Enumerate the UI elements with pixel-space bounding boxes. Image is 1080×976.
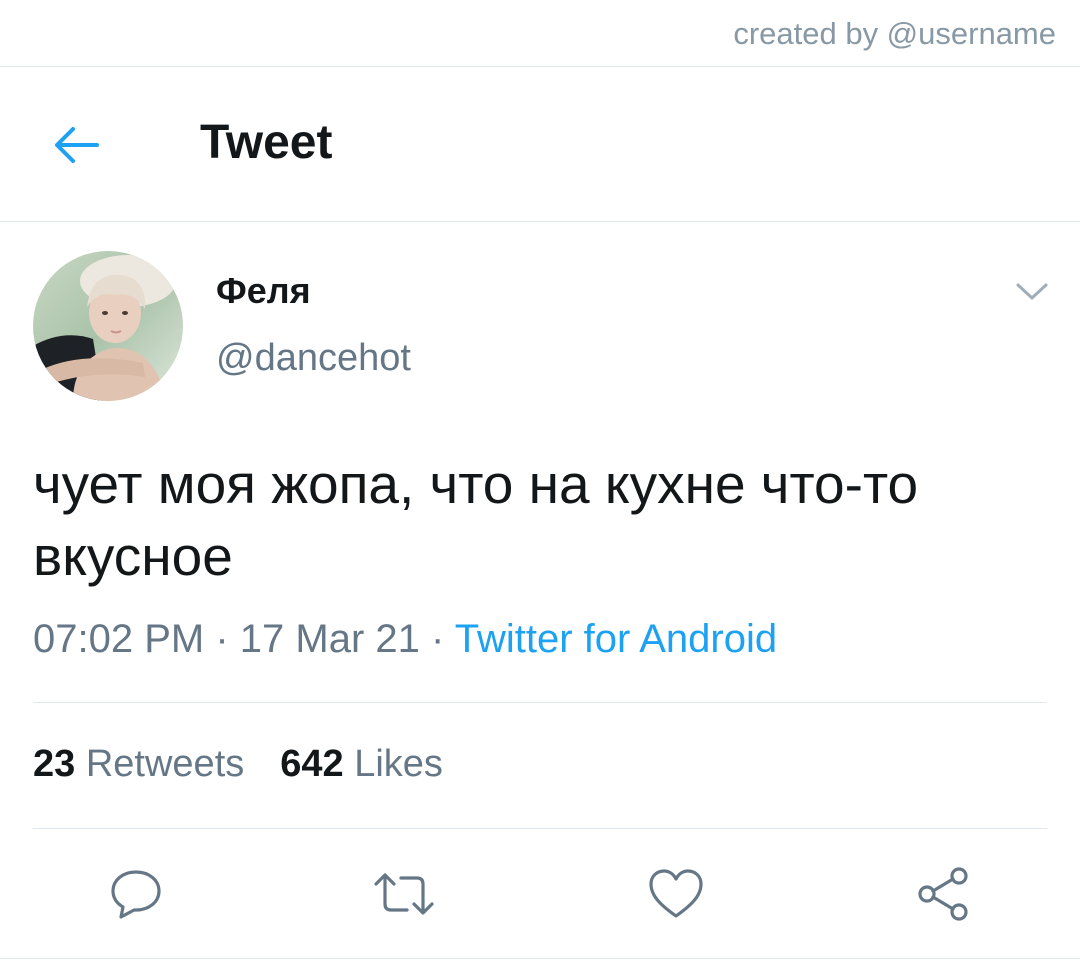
heart-icon <box>649 869 703 918</box>
share-button[interactable] <box>912 862 976 926</box>
back-button[interactable] <box>40 109 112 181</box>
more-options-button[interactable] <box>1010 272 1054 312</box>
credit-bar: created by @username <box>0 0 1080 67</box>
likes-stat[interactable]: 642 Likes <box>280 743 443 785</box>
tweet-date: 17 Mar 21 <box>239 617 420 661</box>
divider <box>33 702 1047 703</box>
arrow-left-icon <box>55 127 99 163</box>
tweet-meta: 07:02 PM · 17 Mar 21 · Twitter for Andro… <box>33 617 777 662</box>
divider <box>0 958 1080 959</box>
retweet-icon <box>374 873 434 915</box>
tweet-screen: created by @username Tweet Феля @danceho… <box>0 0 1080 976</box>
tweet-stats: 23 Retweets 642 Likes <box>33 743 443 786</box>
divider <box>33 828 1047 829</box>
like-button[interactable] <box>644 862 708 926</box>
avatar[interactable] <box>33 251 183 401</box>
share-icon <box>918 867 968 921</box>
retweets-count: 23 <box>33 743 76 785</box>
retweets-stat[interactable]: 23 Retweets <box>33 743 244 785</box>
header: Tweet <box>0 67 1080 222</box>
reply-button[interactable] <box>104 862 168 926</box>
tweet-text: чует моя жопа, что на кухне что-то вкусн… <box>33 453 919 587</box>
likes-label: Likes <box>354 743 443 785</box>
likes-count: 642 <box>280 743 344 785</box>
tweet-time: 07:02 PM <box>33 617 205 661</box>
chevron-down-icon <box>1016 283 1048 300</box>
meta-separator: · <box>215 617 229 661</box>
page-title: Tweet <box>200 116 333 169</box>
tweet-source-link[interactable]: Twitter for Android <box>455 617 777 661</box>
reply-icon <box>111 870 161 919</box>
user-handle[interactable]: @dancehot <box>216 337 411 380</box>
meta-separator: · <box>431 617 445 661</box>
credit-text: created by @username <box>733 16 1056 51</box>
retweet-button[interactable] <box>372 862 436 926</box>
avatar-photo <box>33 251 183 401</box>
display-name[interactable]: Феля <box>216 270 311 312</box>
retweets-label: Retweets <box>85 743 245 785</box>
